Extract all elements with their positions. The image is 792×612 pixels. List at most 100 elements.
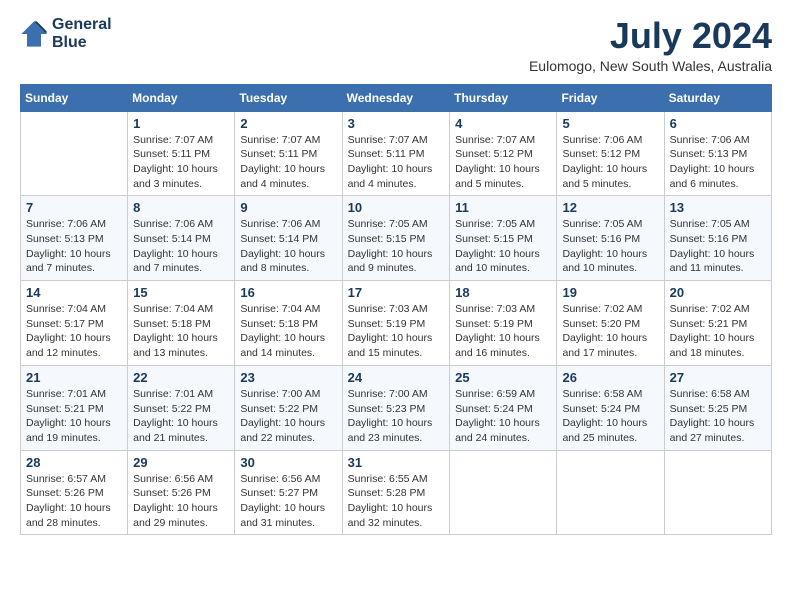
day-info: Sunrise: 6:57 AMSunset: 5:26 PMDaylight:… [26, 472, 122, 531]
calendar-cell: 17 Sunrise: 7:03 AMSunset: 5:19 PMDaylig… [342, 281, 450, 366]
day-number: 15 [133, 285, 229, 300]
calendar-week-row-3: 14 Sunrise: 7:04 AMSunset: 5:17 PMDaylig… [21, 281, 772, 366]
title-block: July 2024 Eulomogo, New South Wales, Aus… [529, 16, 772, 74]
day-number: 10 [348, 200, 445, 215]
day-info: Sunrise: 7:06 AMSunset: 5:13 PMDaylight:… [26, 217, 122, 276]
day-number: 22 [133, 370, 229, 385]
calendar-cell: 4 Sunrise: 7:07 AMSunset: 5:12 PMDayligh… [450, 111, 557, 196]
calendar-week-row-5: 28 Sunrise: 6:57 AMSunset: 5:26 PMDaylig… [21, 450, 772, 535]
calendar-cell: 1 Sunrise: 7:07 AMSunset: 5:11 PMDayligh… [128, 111, 235, 196]
day-info: Sunrise: 7:03 AMSunset: 5:19 PMDaylight:… [348, 302, 445, 361]
calendar-cell: 5 Sunrise: 7:06 AMSunset: 5:12 PMDayligh… [557, 111, 664, 196]
calendar-table: SundayMondayTuesdayWednesdayThursdayFrid… [20, 84, 772, 536]
calendar-week-row-4: 21 Sunrise: 7:01 AMSunset: 5:21 PMDaylig… [21, 365, 772, 450]
calendar-cell: 19 Sunrise: 7:02 AMSunset: 5:20 PMDaylig… [557, 281, 664, 366]
calendar-cell: 12 Sunrise: 7:05 AMSunset: 5:16 PMDaylig… [557, 196, 664, 281]
weekday-header-tuesday: Tuesday [235, 84, 342, 111]
weekday-header-monday: Monday [128, 84, 235, 111]
day-number: 11 [455, 200, 551, 215]
calendar-cell [557, 450, 664, 535]
day-info: Sunrise: 7:05 AMSunset: 5:16 PMDaylight:… [562, 217, 658, 276]
day-number: 19 [562, 285, 658, 300]
weekday-header-wednesday: Wednesday [342, 84, 450, 111]
month-title: July 2024 [529, 16, 772, 56]
calendar-cell: 11 Sunrise: 7:05 AMSunset: 5:15 PMDaylig… [450, 196, 557, 281]
calendar-cell: 20 Sunrise: 7:02 AMSunset: 5:21 PMDaylig… [664, 281, 771, 366]
day-info: Sunrise: 6:56 AMSunset: 5:27 PMDaylight:… [240, 472, 336, 531]
day-number: 9 [240, 200, 336, 215]
day-info: Sunrise: 7:07 AMSunset: 5:11 PMDaylight:… [133, 133, 229, 192]
day-number: 8 [133, 200, 229, 215]
location-title: Eulomogo, New South Wales, Australia [529, 58, 772, 74]
calendar-cell: 7 Sunrise: 7:06 AMSunset: 5:13 PMDayligh… [21, 196, 128, 281]
day-info: Sunrise: 7:07 AMSunset: 5:11 PMDaylight:… [240, 133, 336, 192]
calendar-cell: 31 Sunrise: 6:55 AMSunset: 5:28 PMDaylig… [342, 450, 450, 535]
calendar-cell [450, 450, 557, 535]
day-info: Sunrise: 7:07 AMSunset: 5:12 PMDaylight:… [455, 133, 551, 192]
day-info: Sunrise: 7:06 AMSunset: 5:14 PMDaylight:… [133, 217, 229, 276]
calendar-cell: 14 Sunrise: 7:04 AMSunset: 5:17 PMDaylig… [21, 281, 128, 366]
day-info: Sunrise: 7:04 AMSunset: 5:18 PMDaylight:… [133, 302, 229, 361]
day-number: 30 [240, 455, 336, 470]
day-number: 16 [240, 285, 336, 300]
day-number: 7 [26, 200, 122, 215]
day-number: 12 [562, 200, 658, 215]
calendar-cell: 13 Sunrise: 7:05 AMSunset: 5:16 PMDaylig… [664, 196, 771, 281]
day-number: 17 [348, 285, 445, 300]
day-number: 29 [133, 455, 229, 470]
day-number: 14 [26, 285, 122, 300]
day-number: 20 [670, 285, 766, 300]
calendar-cell: 29 Sunrise: 6:56 AMSunset: 5:26 PMDaylig… [128, 450, 235, 535]
calendar-cell: 24 Sunrise: 7:00 AMSunset: 5:23 PMDaylig… [342, 365, 450, 450]
day-info: Sunrise: 7:06 AMSunset: 5:12 PMDaylight:… [562, 133, 658, 192]
weekday-header-row: SundayMondayTuesdayWednesdayThursdayFrid… [21, 84, 772, 111]
day-number: 3 [348, 116, 445, 131]
calendar-cell [21, 111, 128, 196]
day-info: Sunrise: 7:04 AMSunset: 5:17 PMDaylight:… [26, 302, 122, 361]
calendar-cell: 26 Sunrise: 6:58 AMSunset: 5:24 PMDaylig… [557, 365, 664, 450]
day-info: Sunrise: 6:59 AMSunset: 5:24 PMDaylight:… [455, 387, 551, 446]
day-number: 27 [670, 370, 766, 385]
calendar-cell: 3 Sunrise: 7:07 AMSunset: 5:11 PMDayligh… [342, 111, 450, 196]
page-header: General Blue July 2024 Eulomogo, New Sou… [20, 16, 772, 74]
day-info: Sunrise: 6:55 AMSunset: 5:28 PMDaylight:… [348, 472, 445, 531]
day-number: 1 [133, 116, 229, 131]
weekday-header-friday: Friday [557, 84, 664, 111]
calendar-week-row-2: 7 Sunrise: 7:06 AMSunset: 5:13 PMDayligh… [21, 196, 772, 281]
calendar-cell: 27 Sunrise: 6:58 AMSunset: 5:25 PMDaylig… [664, 365, 771, 450]
weekday-header-sunday: Sunday [21, 84, 128, 111]
day-info: Sunrise: 7:07 AMSunset: 5:11 PMDaylight:… [348, 133, 445, 192]
calendar-cell: 2 Sunrise: 7:07 AMSunset: 5:11 PMDayligh… [235, 111, 342, 196]
day-info: Sunrise: 7:06 AMSunset: 5:13 PMDaylight:… [670, 133, 766, 192]
calendar-week-row-1: 1 Sunrise: 7:07 AMSunset: 5:11 PMDayligh… [21, 111, 772, 196]
day-info: Sunrise: 7:02 AMSunset: 5:20 PMDaylight:… [562, 302, 658, 361]
logo-icon [20, 20, 48, 48]
day-info: Sunrise: 7:01 AMSunset: 5:22 PMDaylight:… [133, 387, 229, 446]
calendar-cell: 22 Sunrise: 7:01 AMSunset: 5:22 PMDaylig… [128, 365, 235, 450]
calendar-cell: 9 Sunrise: 7:06 AMSunset: 5:14 PMDayligh… [235, 196, 342, 281]
logo: General Blue [20, 16, 112, 51]
calendar-cell [664, 450, 771, 535]
weekday-header-thursday: Thursday [450, 84, 557, 111]
day-number: 25 [455, 370, 551, 385]
day-info: Sunrise: 7:00 AMSunset: 5:23 PMDaylight:… [348, 387, 445, 446]
calendar-cell: 10 Sunrise: 7:05 AMSunset: 5:15 PMDaylig… [342, 196, 450, 281]
day-number: 28 [26, 455, 122, 470]
calendar-cell: 8 Sunrise: 7:06 AMSunset: 5:14 PMDayligh… [128, 196, 235, 281]
day-info: Sunrise: 6:58 AMSunset: 5:24 PMDaylight:… [562, 387, 658, 446]
day-number: 5 [562, 116, 658, 131]
weekday-header-saturday: Saturday [664, 84, 771, 111]
calendar-cell: 23 Sunrise: 7:00 AMSunset: 5:22 PMDaylig… [235, 365, 342, 450]
day-number: 18 [455, 285, 551, 300]
day-info: Sunrise: 6:56 AMSunset: 5:26 PMDaylight:… [133, 472, 229, 531]
day-info: Sunrise: 7:01 AMSunset: 5:21 PMDaylight:… [26, 387, 122, 446]
day-number: 26 [562, 370, 658, 385]
day-info: Sunrise: 7:00 AMSunset: 5:22 PMDaylight:… [240, 387, 336, 446]
calendar-cell: 21 Sunrise: 7:01 AMSunset: 5:21 PMDaylig… [21, 365, 128, 450]
day-number: 2 [240, 116, 336, 131]
day-info: Sunrise: 6:58 AMSunset: 5:25 PMDaylight:… [670, 387, 766, 446]
day-info: Sunrise: 7:05 AMSunset: 5:15 PMDaylight:… [348, 217, 445, 276]
day-number: 13 [670, 200, 766, 215]
calendar-cell: 15 Sunrise: 7:04 AMSunset: 5:18 PMDaylig… [128, 281, 235, 366]
calendar-cell: 6 Sunrise: 7:06 AMSunset: 5:13 PMDayligh… [664, 111, 771, 196]
